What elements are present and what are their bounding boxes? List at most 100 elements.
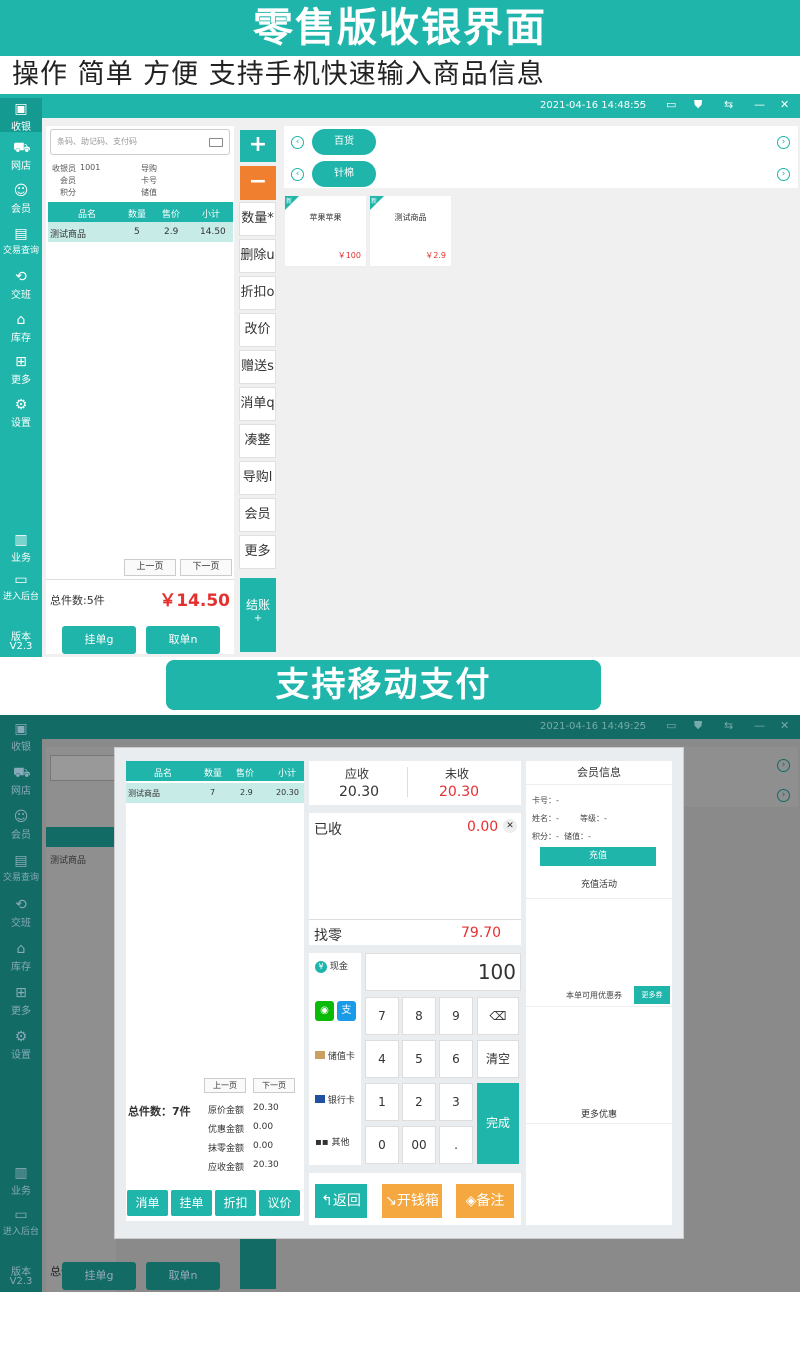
sidebar-item-shift[interactable]: ⟲ 交班 xyxy=(0,897,42,929)
gift-button[interactable]: 赠送s xyxy=(239,350,276,384)
hold-order-button[interactable]: 挂单g xyxy=(62,626,136,654)
pay-stored-card[interactable]: 储值卡 xyxy=(315,1049,361,1075)
amount-input[interactable]: 100 xyxy=(365,953,521,991)
divider xyxy=(309,919,521,920)
backspace-icon[interactable]: ⌫ xyxy=(477,997,519,1035)
category-general[interactable]: 百货 xyxy=(312,129,376,155)
next-page-button[interactable]: 下一页 xyxy=(180,559,232,576)
key-6[interactable]: 6 xyxy=(439,1040,473,1078)
sidebar-item-member[interactable]: ☺ 会员 xyxy=(0,183,42,215)
sidebar-item-business[interactable]: ▥ 业务 xyxy=(0,532,42,564)
close-icon[interactable]: ✕ xyxy=(780,98,789,111)
sidebar-item-store[interactable]: ⛟ 网店 xyxy=(0,140,42,172)
key-2[interactable]: 2 xyxy=(402,1083,436,1121)
chevron-right-icon[interactable]: › xyxy=(777,789,790,802)
chevron-right-icon[interactable]: › xyxy=(777,168,790,181)
round-off-button[interactable]: 凑整 xyxy=(239,424,276,458)
wifi-icon: ◜ xyxy=(640,719,645,732)
more-coupons-button[interactable]: 更多券 xyxy=(634,986,670,1004)
key-3[interactable]: 3 xyxy=(439,1083,473,1121)
negotiate-price-button[interactable]: 议价 xyxy=(259,1190,300,1216)
pay-cash[interactable]: ¥ 现金 xyxy=(315,959,361,985)
pay-other[interactable]: ▪▪ 其他 xyxy=(315,1135,361,1161)
key-0[interactable]: 0 xyxy=(365,1126,399,1164)
sidebar-item-more[interactable]: ⊞ 更多 xyxy=(0,985,42,1017)
chevron-right-icon[interactable]: › xyxy=(777,136,790,149)
close-icon[interactable]: ✕ xyxy=(780,719,789,732)
retrieve-order-button[interactable]: 取单n xyxy=(146,1262,220,1290)
chevron-right-icon[interactable]: › xyxy=(777,759,790,772)
change-price-button[interactable]: 改价w xyxy=(239,313,276,369)
sidebar-item-transactions[interactable]: ▤ 交易查询 xyxy=(0,226,42,256)
clear-icon[interactable]: ✕ xyxy=(503,819,517,833)
sidebar-item-member[interactable]: ☺ 会员 xyxy=(0,809,42,841)
more-button[interactable]: 更多 xyxy=(239,535,276,569)
shirt-icon[interactable]: ⛊ xyxy=(694,98,702,112)
cancel-order-button[interactable]: 消单 xyxy=(127,1190,168,1216)
key-00[interactable]: 00 xyxy=(402,1126,436,1164)
delete-button[interactable]: 删除u xyxy=(239,239,276,273)
done-button[interactable]: 完成 xyxy=(477,1083,519,1164)
alipay-icon: 支 xyxy=(336,1001,356,1021)
decrease-qty-button[interactable]: − xyxy=(240,166,276,200)
discount-button[interactable]: 折扣 xyxy=(215,1190,256,1216)
prev-page-button[interactable]: 上一页 xyxy=(204,1078,246,1093)
open-drawer-button[interactable]: ↘开钱箱 xyxy=(382,1184,442,1218)
table-row[interactable]: 测试商品 5 2.9 14.50 xyxy=(48,222,233,242)
sidebar-item-inventory[interactable]: ⌂ 库存 xyxy=(0,312,42,344)
sidebar-item-cashier[interactable]: ▣ 收银 xyxy=(0,98,42,133)
sidebar-item-inventory[interactable]: ⌂ 库存 xyxy=(0,941,42,973)
quantity-button[interactable]: 数量* xyxy=(239,202,276,236)
sidebar-item-business[interactable]: ▥ 业务 xyxy=(0,1165,42,1197)
keyboard-icon[interactable] xyxy=(209,138,223,147)
pay-mobile[interactable]: ◉ 支 xyxy=(315,1001,361,1027)
clear-button[interactable]: 清空 xyxy=(477,1040,519,1078)
category-knitwear[interactable]: 针棉 xyxy=(312,161,376,187)
discount-button[interactable]: 折扣o xyxy=(239,276,276,310)
hold-order-button[interactable]: 挂单 xyxy=(171,1190,212,1216)
recharge-button[interactable]: 充值 xyxy=(540,847,656,866)
sidebar-item-settings[interactable]: ⚙ 设置 xyxy=(0,397,42,429)
retrieve-order-button[interactable]: 取单n xyxy=(146,626,220,654)
key-5[interactable]: 5 xyxy=(402,1040,436,1078)
message-icon[interactable]: ▭ xyxy=(666,98,676,111)
minimize-icon[interactable]: — xyxy=(754,98,765,111)
sidebar-item-store[interactable]: ⛟ 网店 xyxy=(0,765,42,797)
back-button[interactable]: ↰返回 xyxy=(315,1184,367,1218)
table-row[interactable]: 测试商品 7 2.9 20.30 xyxy=(126,783,304,803)
key-8[interactable]: 8 xyxy=(402,997,436,1035)
sidebar-item-more[interactable]: ⊞ 更多 xyxy=(0,354,42,386)
pay-bank-card[interactable]: 银行卡 xyxy=(315,1093,361,1119)
sidebar-item-shift[interactable]: ⟲ 交班 xyxy=(0,269,42,301)
remark-button[interactable]: ◈备注 xyxy=(456,1184,514,1218)
wifi-icon: ◜ xyxy=(640,98,645,111)
cancel-order-button[interactable]: 消单q xyxy=(239,387,276,421)
increase-qty-button[interactable]: + xyxy=(240,130,276,162)
key-9[interactable]: 9 xyxy=(439,997,473,1035)
sidebar-item-cashier[interactable]: ▣ 收银 xyxy=(0,721,42,753)
switch-icon[interactable]: ⇆ xyxy=(724,719,733,732)
minimize-icon[interactable]: — xyxy=(754,719,765,732)
prev-page-button[interactable]: 上一页 xyxy=(124,559,176,576)
member-button[interactable]: 会员m xyxy=(239,498,276,554)
sidebar-item-backend[interactable]: ▭ 进入后台 xyxy=(0,1207,42,1237)
switch-icon[interactable]: ⇆ xyxy=(724,98,733,111)
chevron-left-icon[interactable]: ‹ xyxy=(291,168,304,181)
hold-order-button[interactable]: 挂单g xyxy=(62,1262,136,1290)
sidebar-item-transactions[interactable]: ▤ 交易查询 xyxy=(0,853,42,883)
sidebar-item-backend[interactable]: ▭ 进入后台 xyxy=(0,572,42,602)
shirt-icon[interactable]: ⛊ xyxy=(694,719,702,733)
next-page-button[interactable]: 下一页 xyxy=(253,1078,295,1093)
product-card[interactable]: 新 苹果苹果 ￥100 xyxy=(284,195,367,267)
search-input[interactable]: 条码、助记码、支付码 xyxy=(50,129,230,155)
chevron-left-icon[interactable]: ‹ xyxy=(291,136,304,149)
key-1[interactable]: 1 xyxy=(365,1083,399,1121)
product-card[interactable]: 新 测试商品 ￥2.9 xyxy=(369,195,452,267)
key-7[interactable]: 7 xyxy=(365,997,399,1035)
key-dot[interactable]: . xyxy=(439,1126,473,1164)
message-icon[interactable]: ▭ xyxy=(666,719,676,732)
checkout-button[interactable]: 结账 + xyxy=(240,578,276,652)
sidebar-item-settings[interactable]: ⚙ 设置 xyxy=(0,1029,42,1061)
guide-button[interactable]: 导购l xyxy=(239,461,276,495)
key-4[interactable]: 4 xyxy=(365,1040,399,1078)
